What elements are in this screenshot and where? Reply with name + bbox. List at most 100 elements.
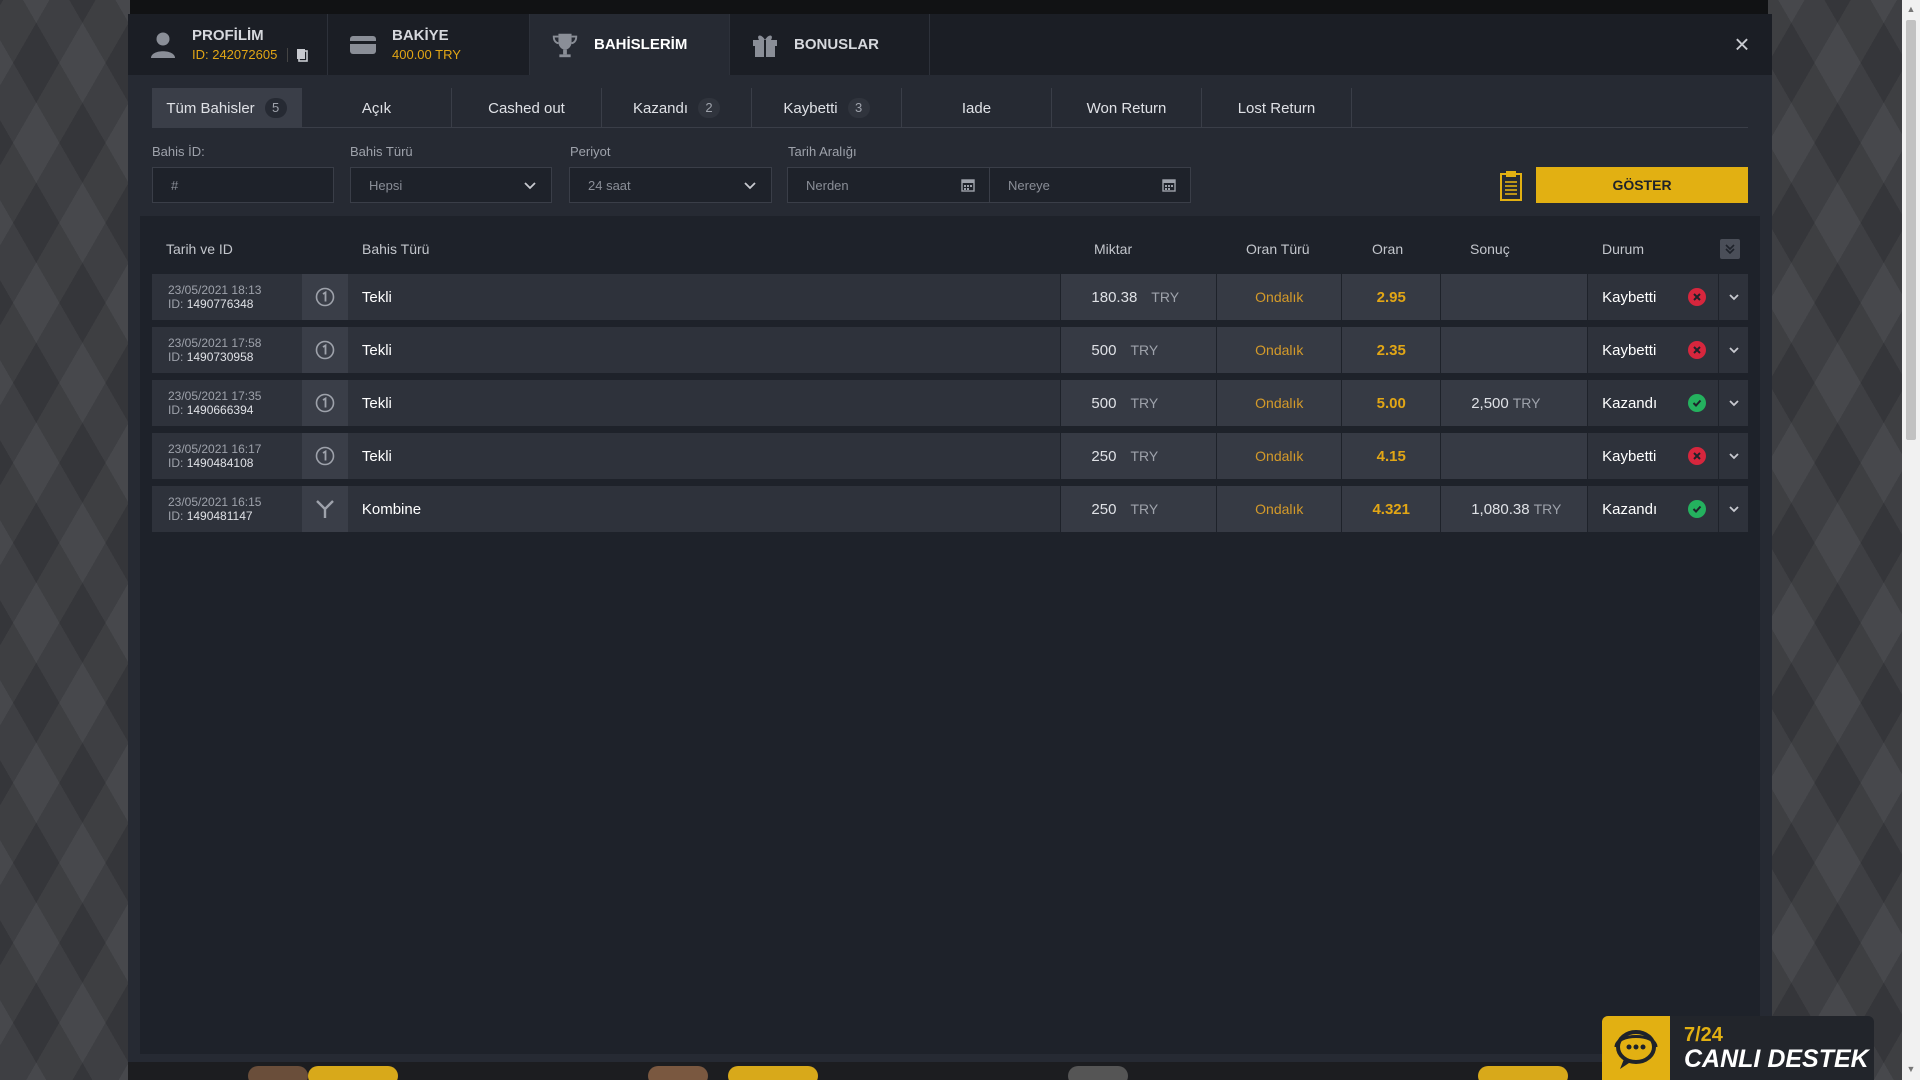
- tab-my-bets[interactable]: BAHİSLERİM: [530, 14, 730, 75]
- show-button[interactable]: GÖSTER: [1536, 167, 1748, 203]
- chevron-down-icon: [1728, 347, 1739, 354]
- subtab-6[interactable]: Won Return: [1052, 88, 1202, 128]
- tab-profile[interactable]: PROFİLİM ID: 242072605: [128, 14, 328, 75]
- support-hours: 7/24: [1684, 1024, 1723, 1046]
- subtab-4[interactable]: Kaybetti 3: [752, 88, 902, 128]
- table-row[interactable]: 23/05/2021 17:35 ID: 1490666394 Tekli 500 TR…: [152, 380, 1749, 426]
- date-from-input[interactable]: Nerden: [787, 167, 990, 203]
- amount-currency: TRY: [1151, 289, 1180, 305]
- chevron-down-icon: [744, 182, 756, 190]
- chevron-down-icon: [524, 182, 536, 190]
- odds-value: 4.15: [1342, 433, 1441, 479]
- bet-type: Tekli: [347, 433, 1061, 479]
- date-range-label: Tarih Aralığı: [788, 144, 857, 159]
- table-row[interactable]: 23/05/2021 16:15 ID: 1490481147 Kombine 250…: [152, 486, 1749, 532]
- bet-type: Tekli: [347, 274, 1061, 320]
- date-id-cell: 23/05/2021 17:35 ID: 1490666394: [152, 380, 302, 426]
- col-date-id: Tarih ve ID: [166, 241, 233, 257]
- amount-currency: TRY: [1130, 342, 1159, 358]
- bet-status-tabs: Tüm Bahisler 5 Açık Cashed out Kazandı 2 Kaybe…: [152, 88, 1748, 128]
- result-currency: TRY: [1533, 501, 1562, 517]
- expand-row-button[interactable]: [1719, 433, 1749, 479]
- subtab-5[interactable]: Iade: [902, 88, 1052, 128]
- collapse-all-icon[interactable]: [1720, 239, 1740, 259]
- subtab-7[interactable]: Lost Return: [1202, 88, 1352, 128]
- close-icon[interactable]: ×: [1730, 31, 1754, 57]
- period-value: 24 saat: [588, 177, 631, 193]
- scroll-up-icon[interactable]: ▲: [1906, 4, 1916, 14]
- x-circle-icon: [1688, 288, 1707, 306]
- subtab-label: Lost Return: [1237, 99, 1316, 117]
- expand-row-button[interactable]: [1719, 327, 1749, 373]
- copy-icon[interactable]: [287, 47, 309, 62]
- amount-cell: 250 TRY: [1061, 433, 1217, 479]
- date-from-placeholder: Nerden: [806, 177, 849, 193]
- check-circle-icon: [1688, 394, 1707, 412]
- user-icon: [148, 30, 178, 60]
- scroll-down-icon[interactable]: ▼: [1906, 1064, 1916, 1074]
- bet-id-label: Bahis İD:: [152, 144, 205, 159]
- page-scrollbar[interactable]: ▲ ▼: [1902, 0, 1920, 1080]
- odds-type: Ondalık: [1217, 327, 1342, 373]
- date-to-placeholder: Nereye: [1008, 177, 1050, 193]
- calendar-icon: [1162, 179, 1176, 192]
- single-bet-icon: [301, 274, 348, 320]
- bet-date: 23/05/2021 16:15: [168, 495, 262, 509]
- odds-type: Ondalık: [1217, 433, 1342, 479]
- period-select[interactable]: 24 saat: [569, 167, 772, 203]
- subtab-2[interactable]: Cashed out: [452, 88, 602, 128]
- bet-id: 1490484108: [186, 456, 254, 470]
- filters-area: Tüm Bahisler 5 Açık Cashed out Kazandı 2 Kaybe…: [140, 88, 1760, 216]
- col-odds: Oran: [1372, 241, 1404, 257]
- bottom-banner-strip: [128, 1062, 1770, 1080]
- subtab-0[interactable]: Tüm Bahisler 5: [152, 88, 302, 128]
- my-bets-title: BAHİSLERİM: [594, 36, 688, 53]
- status-text: Kazandı: [1602, 394, 1658, 412]
- bet-id-prefix: ID:: [168, 403, 184, 417]
- subtab-1[interactable]: Açık: [302, 88, 452, 128]
- bet-date: 23/05/2021 16:17: [168, 442, 262, 456]
- bet-id: 1490730958: [186, 350, 254, 364]
- odds-value: 2.95: [1342, 274, 1441, 320]
- combo-bet-icon: [301, 486, 348, 532]
- bet-id-prefix: ID:: [168, 456, 184, 470]
- table-row[interactable]: 23/05/2021 16:17 ID: 1490484108 Tekli 250 TR…: [152, 433, 1749, 479]
- odds-value: 2.35: [1342, 327, 1441, 373]
- result-cell: [1441, 327, 1588, 373]
- status-text: Kaybetti: [1602, 288, 1657, 306]
- amount-currency: TRY: [1130, 395, 1159, 411]
- subtab-label: Kaybetti: [783, 99, 838, 117]
- bet-id-placeholder: #: [171, 177, 179, 193]
- date-to-input[interactable]: Nereye: [989, 167, 1191, 203]
- tab-balance[interactable]: BAKİYE 400.00 TRY: [328, 14, 530, 75]
- clipboard-icon[interactable]: [1498, 170, 1524, 202]
- profile-id: ID: 242072605: [192, 47, 278, 62]
- bet-type-select[interactable]: Hepsi: [350, 167, 552, 203]
- table-row[interactable]: 23/05/2021 18:13 ID: 1490776348 Tekli 180.3…: [152, 274, 1749, 320]
- amount-currency: TRY: [1130, 448, 1159, 464]
- scrollbar-thumb[interactable]: [1906, 20, 1916, 440]
- date-id-cell: 23/05/2021 17:58 ID: 1490730958: [152, 327, 302, 373]
- status-text: Kaybetti: [1602, 447, 1657, 465]
- bet-id-input[interactable]: #: [152, 167, 334, 203]
- chevron-down-icon: [1728, 400, 1739, 407]
- amount-cell: 500 TRY: [1061, 327, 1217, 373]
- calendar-icon: [961, 179, 975, 192]
- subtab-label: Won Return: [1086, 99, 1167, 117]
- date-id-cell: 23/05/2021 16:15 ID: 1490481147: [152, 486, 302, 532]
- status-cell: Kaybetti: [1588, 433, 1719, 479]
- bet-amount: 250: [1091, 447, 1117, 465]
- tab-bonuses[interactable]: BONUSLAR: [730, 14, 930, 75]
- table-row[interactable]: 23/05/2021 17:58 ID: 1490730958 Tekli 500 TR…: [152, 327, 1749, 373]
- expand-row-button[interactable]: [1719, 380, 1749, 426]
- result-cell: [1441, 274, 1588, 320]
- expand-row-button[interactable]: [1719, 274, 1749, 320]
- bet-date: 23/05/2021 18:13: [168, 283, 262, 297]
- odds-value: 4.321: [1342, 486, 1441, 532]
- bet-amount: 250: [1091, 500, 1117, 518]
- expand-row-button[interactable]: [1719, 486, 1749, 532]
- profile-title: PROFİLİM: [192, 27, 264, 44]
- subtab-3[interactable]: Kazandı 2: [602, 88, 752, 128]
- date-id-cell: 23/05/2021 16:17 ID: 1490484108: [152, 433, 302, 479]
- live-support-button[interactable]: 7/24 CANLI DESTEK: [1602, 1016, 1874, 1080]
